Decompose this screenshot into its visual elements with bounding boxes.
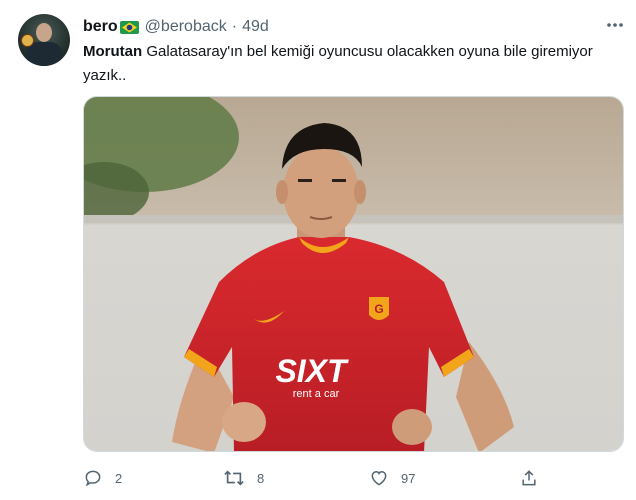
jersey-sponsor-sub: rent a car [293, 388, 340, 400]
avatar-badge [21, 34, 34, 47]
more-icon[interactable] [604, 14, 626, 36]
jersey-sponsor-text: SIXT [275, 353, 349, 389]
svg-text:G: G [374, 302, 383, 316]
reply-count: 2 [115, 470, 123, 486]
like-button[interactable]: 97 [369, 464, 415, 492]
separator-dot: · [231, 18, 238, 35]
like-icon [371, 470, 387, 486]
tweet-photo[interactable]: G SIXT rent a car [83, 96, 624, 452]
tweet-header: bero @beroback · 49d [83, 17, 269, 37]
tweet-actions: 2 8 97 [83, 464, 553, 492]
brazil-flag-icon [119, 20, 139, 34]
author-handle[interactable]: @beroback [145, 18, 227, 36]
share-icon [522, 470, 536, 486]
share-button[interactable] [519, 464, 539, 492]
retweet-count: 8 [257, 470, 265, 486]
reply-icon [85, 470, 101, 487]
tweet-body: Galatasaray'ın bel kemiği oyuncusu olaca… [83, 43, 593, 84]
author-avatar[interactable] [18, 14, 70, 66]
retweet-button[interactable]: 8 [223, 464, 264, 492]
like-count: 97 [401, 470, 416, 486]
author-name[interactable]: bero [83, 18, 118, 36]
avatar-head [36, 23, 52, 42]
mention-name: Morutan [83, 43, 143, 60]
retweet-icon [224, 470, 244, 486]
tweet-text: Morutan Galatasaray'ın bel kemiği oyuncu… [83, 40, 603, 88]
tweet-time[interactable]: 49d [242, 18, 269, 36]
reply-button[interactable]: 2 [83, 464, 122, 492]
photo-football-player: G SIXT rent a car [84, 97, 623, 451]
